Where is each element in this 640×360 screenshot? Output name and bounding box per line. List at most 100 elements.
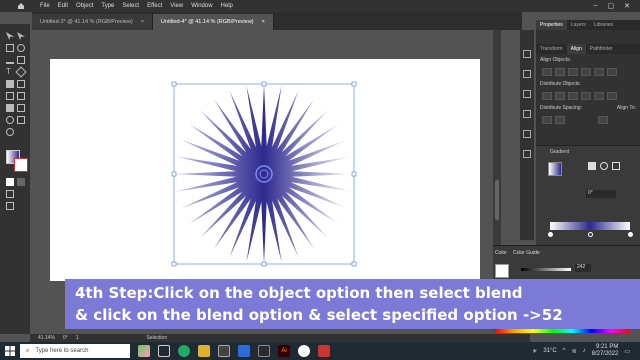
temperature[interactable]: 31°C: [543, 348, 556, 354]
starburst-artwork[interactable]: [50, 59, 480, 281]
distribute-hcenter-button[interactable]: [594, 92, 604, 100]
menu-object[interactable]: Object: [72, 3, 97, 9]
selection-tool-icon[interactable]: [6, 32, 14, 40]
tab-libraries[interactable]: Libraries: [590, 20, 617, 30]
volume-icon[interactable]: ♪: [583, 348, 586, 354]
scrollbar-thumb[interactable]: [495, 180, 499, 220]
menu-select[interactable]: Select: [118, 3, 143, 9]
distribute-left-button[interactable]: [581, 92, 591, 100]
transform-icon[interactable]: [523, 110, 531, 118]
gradient-type-linear-icon[interactable]: [588, 162, 596, 170]
recorder-icon[interactable]: [318, 345, 330, 357]
gradient-swatch[interactable]: [548, 162, 562, 176]
edge-browser-icon[interactable]: [178, 345, 190, 357]
artboard[interactable]: [50, 59, 480, 281]
gradient-stop-middle[interactable]: [588, 232, 593, 237]
gradient-type-freeform-icon[interactable]: [612, 162, 620, 170]
home-icon[interactable]: [14, 0, 28, 12]
align-icon[interactable]: [523, 130, 531, 138]
hand-tool-icon[interactable]: [17, 116, 25, 124]
width-tool-icon[interactable]: [17, 92, 25, 100]
windows-start-icon[interactable]: [0, 346, 20, 356]
tab-close-icon[interactable]: ×: [141, 19, 144, 25]
minimize-icon[interactable]: –: [594, 2, 598, 10]
illustrator-icon[interactable]: Ai: [278, 345, 290, 357]
gradient-slider[interactable]: [550, 222, 630, 230]
menu-file[interactable]: File: [36, 3, 54, 9]
rectangle-tool-icon[interactable]: [17, 56, 25, 64]
gradient-angle-field[interactable]: 0°: [586, 190, 616, 198]
zoom-tool-icon[interactable]: [6, 128, 14, 136]
zoom-level[interactable]: 41.14%: [38, 335, 55, 341]
paintbrush-tool-icon[interactable]: [6, 80, 14, 88]
distribute-vcenter-button[interactable]: [555, 92, 565, 100]
menu-edit[interactable]: Edit: [54, 3, 72, 9]
weather-icon[interactable]: ☀: [532, 348, 537, 355]
menu-effect[interactable]: Effect: [143, 3, 166, 9]
color-preview-swatch[interactable]: [495, 264, 509, 278]
gradient-stop-right[interactable]: [628, 232, 633, 237]
gradient-type-radial-icon[interactable]: [600, 162, 608, 170]
taskbar-search[interactable]: ⌕ Type here to search: [20, 344, 130, 358]
layers-icon[interactable]: [523, 70, 531, 78]
tab-align[interactable]: Align: [566, 44, 586, 54]
artboard-number[interactable]: 1: [76, 335, 79, 341]
line-tool-icon[interactable]: [6, 56, 14, 64]
starburst-shape[interactable]: [174, 84, 354, 264]
widgets-icon[interactable]: [138, 345, 150, 357]
distribute-right-button[interactable]: [607, 92, 617, 100]
rotate-tool-icon[interactable]: [15, 66, 27, 78]
wifi-icon[interactable]: ≋: [572, 348, 577, 355]
close-icon[interactable]: ✕: [624, 2, 630, 10]
tab-color[interactable]: Color: [495, 250, 507, 256]
file-explorer-icon[interactable]: [198, 345, 210, 357]
none-mode-icon[interactable]: [17, 178, 25, 186]
tab-layers[interactable]: Layers: [567, 20, 590, 30]
align-top-button[interactable]: [581, 68, 591, 76]
tab-properties[interactable]: Properties: [536, 20, 567, 30]
color-mode-icon[interactable]: [6, 178, 14, 186]
eraser-tool-icon[interactable]: [17, 80, 25, 88]
properties-icon[interactable]: [523, 50, 531, 58]
pen-tool-icon[interactable]: [6, 44, 14, 52]
tab-color-guide[interactable]: Color Guide: [513, 250, 540, 256]
menu-type[interactable]: Type: [97, 3, 118, 9]
maximize-icon[interactable]: ▢: [608, 2, 615, 10]
task-view-icon[interactable]: [158, 345, 170, 357]
direct-selection-tool-icon[interactable]: [17, 32, 25, 40]
align-hcenter-button[interactable]: [555, 68, 565, 76]
menu-view[interactable]: View: [166, 3, 187, 9]
type-tool-icon[interactable]: T: [6, 68, 14, 76]
draw-mode-icon[interactable]: [6, 190, 14, 198]
tray-arrow-icon[interactable]: ^: [563, 348, 566, 354]
align-bottom-button[interactable]: [607, 68, 617, 76]
tab-untitled-3[interactable]: Untitled-3* @ 41.14 % (RGB/Preview) ×: [32, 14, 153, 30]
align-right-button[interactable]: [568, 68, 578, 76]
distribute-top-button[interactable]: [542, 92, 552, 100]
color-value-field[interactable]: 242: [575, 264, 591, 272]
spacing-horizontal-button[interactable]: [555, 116, 565, 124]
gradient-stop-left[interactable]: [548, 232, 553, 237]
spacing-vertical-button[interactable]: [542, 116, 552, 124]
chrome-icon[interactable]: [298, 345, 310, 357]
clock[interactable]: 9:21 PM 8/27/2022: [592, 344, 619, 358]
align-vcenter-button[interactable]: [594, 68, 604, 76]
screen-mode-icon[interactable]: [6, 202, 14, 210]
rotate-angle[interactable]: 0°: [63, 335, 68, 341]
menu-help[interactable]: Help: [217, 3, 237, 9]
media-app-icon[interactable]: [258, 345, 270, 357]
tab-untitled-4[interactable]: Untitled-4* @ 41.14 % (RGB/Preview) ×: [152, 14, 274, 30]
menu-window[interactable]: Window: [187, 3, 216, 9]
pathfinder-icon[interactable]: [523, 150, 531, 158]
color-slider[interactable]: [521, 268, 571, 271]
stroke-swatch[interactable]: [14, 158, 28, 172]
store-icon[interactable]: [218, 345, 230, 357]
scale-tool-icon[interactable]: [6, 92, 14, 100]
tab-pathfinder[interactable]: Pathfinder: [586, 44, 617, 54]
curvature-tool-icon[interactable]: [17, 44, 25, 52]
mail-icon[interactable]: [238, 345, 250, 357]
notification-icon[interactable]: ▭: [624, 348, 630, 355]
align-to-button[interactable]: [598, 116, 608, 124]
libraries-icon[interactable]: [523, 90, 531, 98]
distribute-bottom-button[interactable]: [568, 92, 578, 100]
